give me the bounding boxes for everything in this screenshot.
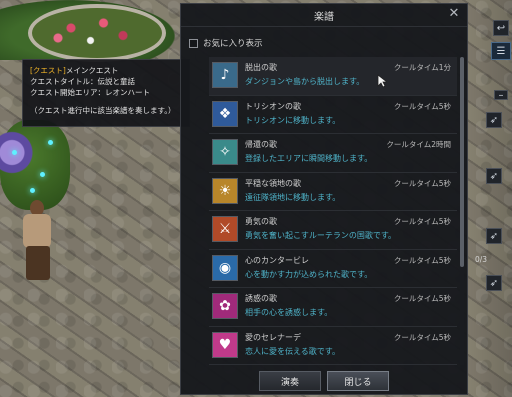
song-description: トリシオンに移動します。 <box>245 115 341 125</box>
stronghold-icon: ☀ <box>212 177 238 204</box>
player-character[interactable] <box>14 200 62 285</box>
favorites-toggle[interactable]: お気に入り表示 <box>189 37 263 49</box>
sparkle-effect <box>40 172 45 177</box>
song-item[interactable]: ❖ トリシオンの歌 トリシオンに移動します。 クールタイム5秒 <box>209 96 457 134</box>
song-description: 恋人に愛を伝える歌です。 <box>245 346 340 356</box>
close-button[interactable]: 閉じる <box>327 371 389 391</box>
quest-tooltip: [クエスト]メインクエスト クエストタイトル：伝説と童話 クエスト開始エリア：レ… <box>22 59 190 127</box>
song-item[interactable]: ♥ 愛のセレナーデ 恋人に愛を伝える歌です。 クールタイム5秒 <box>209 327 457 365</box>
character-legs <box>26 246 50 280</box>
flower-bed <box>28 4 166 62</box>
trixion-icon: ❖ <box>212 100 238 127</box>
escape-icon: ♪ <box>212 62 238 88</box>
song-cooldown: クールタイム5秒 <box>393 332 451 342</box>
song-item[interactable]: ◉ 心のカンタービレ 心を動かす力が込められた歌です。 クールタイム5秒 <box>209 250 457 288</box>
return-arrow-icon[interactable]: ↩ <box>493 20 509 36</box>
song-item[interactable]: ✧ 帰還の歌 登録したエリアに瞬間移動します。 クールタイム2時間 <box>209 134 457 173</box>
song-book-window: 楽譜 ✕ お気に入り表示 ♪ 脱出の歌 ダンジョンや島から脱出します。 クールタ… <box>180 3 468 395</box>
song-name: 帰還の歌 <box>245 140 277 149</box>
tooltip-tag: [クエスト] <box>30 66 66 75</box>
return-icon: ✧ <box>212 139 238 165</box>
song-cooldown: クールタイム5秒 <box>393 294 451 303</box>
song-cooldown: クールタイム5秒 <box>393 217 451 226</box>
song-list: ♪ 脱出の歌 ダンジョンや島から脱出します。 クールタイム1分 ❖ トリシオンの… <box>209 57 457 365</box>
quest-marker-icon[interactable]: ➶ <box>486 112 502 128</box>
tooltip-quest-area: クエスト開始エリア：レオンハート <box>30 88 150 97</box>
tooltip-quest-title: クエストタイトル：伝説と童話 <box>30 77 135 86</box>
window-header[interactable]: 楽譜 <box>181 4 467 27</box>
love-icon: ♥ <box>212 331 238 358</box>
song-cooldown: クールタイム5秒 <box>393 255 451 265</box>
close-icon[interactable]: ✕ <box>447 7 461 21</box>
song-description: 相手の心を誘惑します。 <box>245 308 333 317</box>
song-name: 脱出の歌 <box>245 63 277 72</box>
character-torso <box>23 214 51 248</box>
heart-icon: ◉ <box>212 254 238 281</box>
mouse-cursor-icon <box>377 74 387 88</box>
song-description: 登録したエリアに瞬間移動します。 <box>245 154 373 163</box>
song-list-scrollbar[interactable] <box>460 57 464 365</box>
tooltip-quest-note: （クエスト進行中に該当楽譜を奏します。） <box>30 106 176 115</box>
window-title: 楽譜 <box>314 11 334 23</box>
song-description: 心を動かす力が込められた歌です。 <box>245 269 373 279</box>
song-cooldown: クールタイム1分 <box>393 63 451 72</box>
scrollbar-thumb[interactable] <box>460 57 464 267</box>
song-item[interactable]: ♪ 脱出の歌 ダンジョンや島から脱出します。 クールタイム1分 <box>209 57 457 96</box>
song-name: 心のカンタービレ <box>245 255 309 265</box>
song-cooldown: クールタイム5秒 <box>393 101 451 111</box>
tooltip-type-text: メインクエスト <box>65 66 119 75</box>
sparkle-effect <box>48 140 53 145</box>
sparkle-effect <box>12 150 17 155</box>
magic-effect <box>0 125 40 180</box>
song-description: ダンジョンや島から脱出します。 <box>245 77 365 86</box>
temptation-icon: ✿ <box>212 293 238 319</box>
song-item[interactable]: ✿ 誘惑の歌 相手の心を誘惑します。 クールタイム5秒 <box>209 288 457 327</box>
song-name: 誘惑の歌 <box>245 294 277 303</box>
favorites-checkbox[interactable] <box>189 38 198 48</box>
song-name: 勇気の歌 <box>245 217 277 226</box>
song-description: 遠征隊領地に移動します。 <box>245 192 341 202</box>
quest-marker-icon[interactable]: ➶ <box>486 168 502 184</box>
quest-progress-count: 0/3 <box>475 255 488 264</box>
song-name: トリシオンの歌 <box>245 101 301 111</box>
play-button[interactable]: 演奏 <box>259 371 321 391</box>
song-item[interactable]: ⚔ 勇気の歌 勇気を奮い起こすルーテランの国歌です。 クールタイム5秒 <box>209 211 457 250</box>
courage-icon: ⚔ <box>212 216 238 242</box>
song-cooldown: クールタイム2時間 <box>386 140 451 149</box>
quest-list-icon[interactable]: ☰ <box>491 42 511 60</box>
quest-marker-icon[interactable]: ➶ <box>486 275 502 291</box>
dialog-footer: 演奏 閉じる <box>181 366 467 396</box>
song-description: 勇気を奮い起こすルーテランの国歌です。 <box>245 231 397 240</box>
quest-marker-icon[interactable]: ➶ <box>486 228 502 244</box>
song-name: 愛のセレナーデ <box>245 332 301 342</box>
song-cooldown: クールタイム5秒 <box>393 178 451 188</box>
tooltip-quest-type: [クエスト]メインクエスト <box>30 65 182 76</box>
song-name: 平穏な領地の歌 <box>245 178 301 188</box>
favorites-label: お気に入り表示 <box>203 39 263 49</box>
song-item[interactable]: ☀ 平穏な領地の歌 遠征隊領地に移動します。 クールタイム5秒 <box>209 173 457 211</box>
minimize-icon[interactable]: – <box>494 90 508 101</box>
sparkle-effect <box>30 188 35 193</box>
